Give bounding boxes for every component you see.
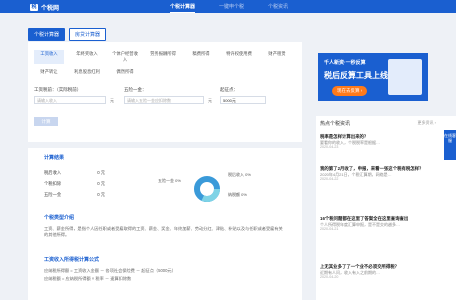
promo-subtitle: 千人新资·一秒反算 [324,60,366,66]
tab-mortgage-calculator[interactable]: 房贷计算器 [69,28,107,41]
insurance-label: 五险一金： [124,87,147,92]
top-bar: 税 个税网 个税计算器 一键申个税 个税资讯 [0,0,456,13]
legend-after-tax: 税后收入 0% [228,172,251,177]
nav-declare[interactable]: 一键申个税 [219,3,244,13]
threshold-label: 起征点： [220,87,238,92]
income-categories: 工资收入 年终奖收入 个体户经营收入 劳务报酬所得 稿费所得 特许权使用费 财产… [34,50,296,76]
category-interest[interactable]: 利息股息红利 [72,68,102,76]
tab-tax-calculator[interactable]: 个税计算器 [28,28,66,41]
result-panel: 计算结果 税后收入 0 元 个税扣除 0 元 五险一金 0 元 五险一金 0% 税后收… [28,148,302,300]
nav-calculator[interactable]: 个税计算器 [170,3,196,13]
insurance-unit: 元 [208,98,212,103]
calculator-illustration-icon [388,59,422,95]
formula-text: 应纳税额 = 应纳税所得额 × 税率 － 速算扣除数 [44,276,132,281]
news-item[interactable]: 上无其业多了了一个业不必须交所得税？ 近期有人问，收入有入之前期的… 2020-… [320,264,432,279]
intro-title: 个税类型介绍 [44,215,75,221]
salary-input[interactable]: 请输入收入 [34,96,106,104]
promo-button[interactable]: 现在去反算 › [332,86,368,96]
logo[interactable]: 税 个税网 [30,3,59,12]
intro-text: 工资、薪金所得，是指个人因任职或者受雇取得的工资、薪金、奖金、年终加薪、劳动分红… [44,226,283,237]
news-item[interactable]: 税率是怎样计算出来的？ 要看你的收入，个税税率是根据… 2020-04-23 [320,134,432,149]
news-item[interactable]: 16个税问题都在这里了答案全在这里查询查出 个人所得税年度汇算申报，是不是交的越… [320,216,432,231]
result-title: 计算结果 [44,155,65,161]
nav-news[interactable]: 个税资讯 [268,3,288,13]
donut-chart [194,176,220,202]
news-title: 热点个税资讯 [320,121,351,127]
calculate-button[interactable]: 计算 [34,117,58,126]
category-labor[interactable]: 劳务报酬所得 [148,50,178,64]
news-panel: 热点个税资讯 更多资讯 › 税率是怎样计算出来的？ 要看你的收入，个税税率是根据… [316,116,456,300]
online-service-button[interactable]: 在线客服 [444,130,456,160]
category-royalty[interactable]: 稿费所得 [186,50,216,64]
insurance-input[interactable]: 请输入五险一金应扣除数 [124,96,204,104]
formula-title: 工资收入所得税计算公式 [44,257,100,263]
calculator-tabs: 个税计算器 房贷计算器 [28,28,107,41]
salary-unit: 元 [110,98,114,103]
result-row: 个税扣除 0 元 [44,181,106,186]
category-business[interactable]: 个体户经营收入 [110,50,140,64]
legend-tax: 纳税额 0% [228,192,247,197]
main-nav: 个税计算器 一键申个税 个税资讯 [170,3,288,13]
news-more-link[interactable]: 更多资讯 › [418,120,436,126]
calculator-panel: 工资收入 年终奖收入 个体户经营收入 劳务报酬所得 稿费所得 特许权使用费 财产… [28,42,302,142]
logo-text: 个税网 [41,6,60,12]
category-transfer[interactable]: 财产转让 [34,68,64,76]
threshold-input[interactable]: 5000元 [220,96,266,104]
category-salary[interactable]: 工资收入 [34,50,64,64]
result-row: 税后收入 0 元 [44,170,106,175]
news-item[interactable]: 我的第了2月收了，申报，来看一张这个税有税怎样？ 2020年4月21日，个税汇算… [320,166,432,181]
legend-insurance: 五险一金 0% [158,178,181,183]
input-row: 工资税前：（实际税前） 请输入收入 元 五险一金： 请输入五险一金应扣除数 元 … [34,87,296,126]
category-accidental[interactable]: 偶然所得 [110,68,140,76]
result-row: 五险一金 0 元 [44,192,106,197]
salary-label: 工资税前：（实际税前） [34,87,82,92]
category-license[interactable]: 特许权使用费 [224,50,254,64]
category-bonus[interactable]: 年终奖收入 [72,50,102,64]
category-lease[interactable]: 财产租赁 [262,50,292,64]
formula-text: 应纳税所得额 = 工资收入金额 － 各项社会保险费 － 起征点（5000元） [44,268,176,273]
promo-banner[interactable]: 千人新资·一秒反算 税后反算工具上线啦！ 现在去反算 › [318,53,428,101]
logo-icon: 税 [30,4,38,11]
